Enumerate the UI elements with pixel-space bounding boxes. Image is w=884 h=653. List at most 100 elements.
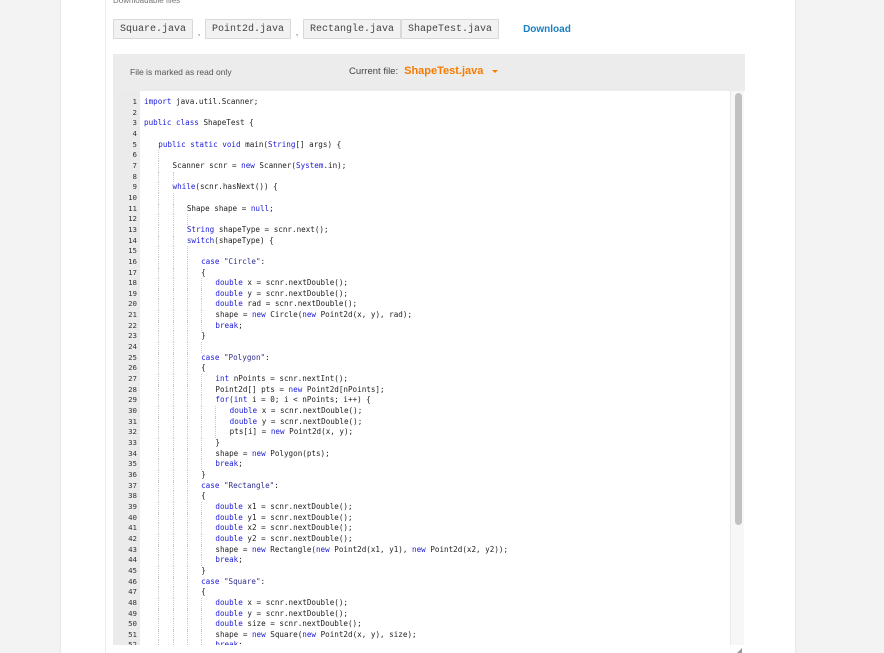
code-text: break; [215,555,242,566]
indent-guide [186,363,188,375]
code-line: 14 switch(shapeType) { [113,235,730,247]
string-token: "Square" [223,576,261,586]
file-button-shapetest[interactable]: ShapeTest.java [401,19,500,39]
code-line: 7 Scanner scnr = new Scanner(System.in); [113,160,730,172]
file-button-point2d[interactable]: Point2d.java [205,19,292,39]
indent-guide [172,192,174,204]
line-number: 35 [128,459,137,469]
indent-guide [201,544,203,556]
code-line: 22 break; [113,320,730,332]
scrollbar[interactable] [730,91,744,645]
code-token: y = scnr.nextDouble(); [261,416,363,426]
line-number: 42 [128,533,137,543]
line-number: 11 [128,203,137,213]
code-text: double rad = scnr.nextDouble(); [215,299,357,310]
indent-guide [172,469,174,481]
code-line: 43 shape = new Rectangle(new Point2d(x1, … [113,544,730,556]
keyword-token: new [251,448,271,458]
code-token: { [201,363,206,373]
string-token: "Rectangle" [223,480,275,490]
separator: , [295,27,299,37]
keyword-token: for [215,395,230,405]
indent-guide [172,395,174,407]
separator: , [197,27,201,37]
indent-guide [172,374,174,385]
indent-guide [158,501,160,513]
code-text: break; [215,459,242,470]
scrollbar-thumb[interactable] [735,93,742,525]
string-token: "Circle" [223,256,261,266]
indent-guide [186,480,188,492]
code-token: [] args) { [295,139,342,149]
indent-guide [158,224,160,236]
keyword-token: double [215,533,248,543]
code-text: case "Polygon": [201,353,270,364]
indent-guide [186,288,188,300]
indent-guide [172,459,174,470]
indent-guide [201,406,203,417]
indent-guide [158,406,160,417]
code-line: 27 int nPoints = scnr.nextInt(); [113,374,730,385]
code-line: 19 double y = scnr.nextDouble(); [113,288,730,300]
code-text: } [201,566,206,577]
indent-guide [158,555,160,566]
code-line: 10 [113,192,730,204]
line-number: 34 [128,448,137,458]
indent-guide [201,310,203,321]
indent-guide [186,342,188,353]
indent-guide [201,619,203,630]
code-line: 40 double y1 = scnr.nextDouble(); [113,512,730,524]
code-token: Circle( [270,310,303,320]
indent-guide [186,438,188,449]
code-token: Polygon(pts); [270,448,330,458]
indent-guide [201,374,203,385]
indent-guide [172,587,174,598]
indent-guide [172,352,174,364]
indent-guide [186,320,188,332]
indent-guide [172,501,174,513]
code-line: 41 double x2 = scnr.nextDouble(); [113,523,730,534]
line-number: 16 [128,256,137,266]
line-number: 23 [128,331,137,341]
code-editor[interactable]: 1 import java.util.Scanner; 2 3 public class… [113,91,745,645]
indent-guide [201,533,203,545]
indent-guide [172,267,174,279]
resize-handle-icon[interactable] [737,648,742,653]
current-file-name[interactable]: ShapeTest.java [404,65,483,77]
code-token: shape = [215,629,252,639]
code-text: shape = new Polygon(pts); [215,449,329,460]
keyword-token: new [412,544,431,554]
code-token: x = scnr.nextDouble(); [247,597,348,607]
line-number: 18 [128,278,137,288]
code-line: 25 case "Polygon": [113,352,730,364]
indent-guide [172,331,174,343]
indent-guide [158,203,160,215]
indent-guide [172,619,174,630]
code-token: ; [269,203,274,213]
current-file-selector[interactable]: Current file: ShapeTest.java [349,65,499,77]
code-token: size = scnr.nextDouble(); [247,619,362,629]
line-number: 50 [128,619,137,629]
editor-footer [113,645,745,653]
indent-guide [186,501,188,513]
code-token: } [201,565,206,575]
code-line: 2 [113,108,730,119]
chevron-down-icon[interactable] [492,69,499,73]
line-number: 3 [132,118,137,128]
divider [105,0,106,653]
keyword-token: new [251,544,271,554]
code-text: case "Circle": [201,257,265,268]
indent-guide [172,608,174,620]
indent-guide [201,448,203,460]
code-token: { [201,491,206,501]
line-number: 40 [128,512,137,522]
line-number: 19 [128,288,137,298]
keyword-token: case [201,352,224,362]
file-button-rectangle[interactable]: Rectangle.java [303,19,402,39]
download-link[interactable]: Download [523,24,571,35]
indent-guide [186,214,188,225]
file-button-square[interactable]: Square.java [113,19,194,39]
line-number: 41 [128,523,137,533]
code-text: double y = scnr.nextDouble(); [230,417,363,428]
code-token: shape = [215,448,252,458]
